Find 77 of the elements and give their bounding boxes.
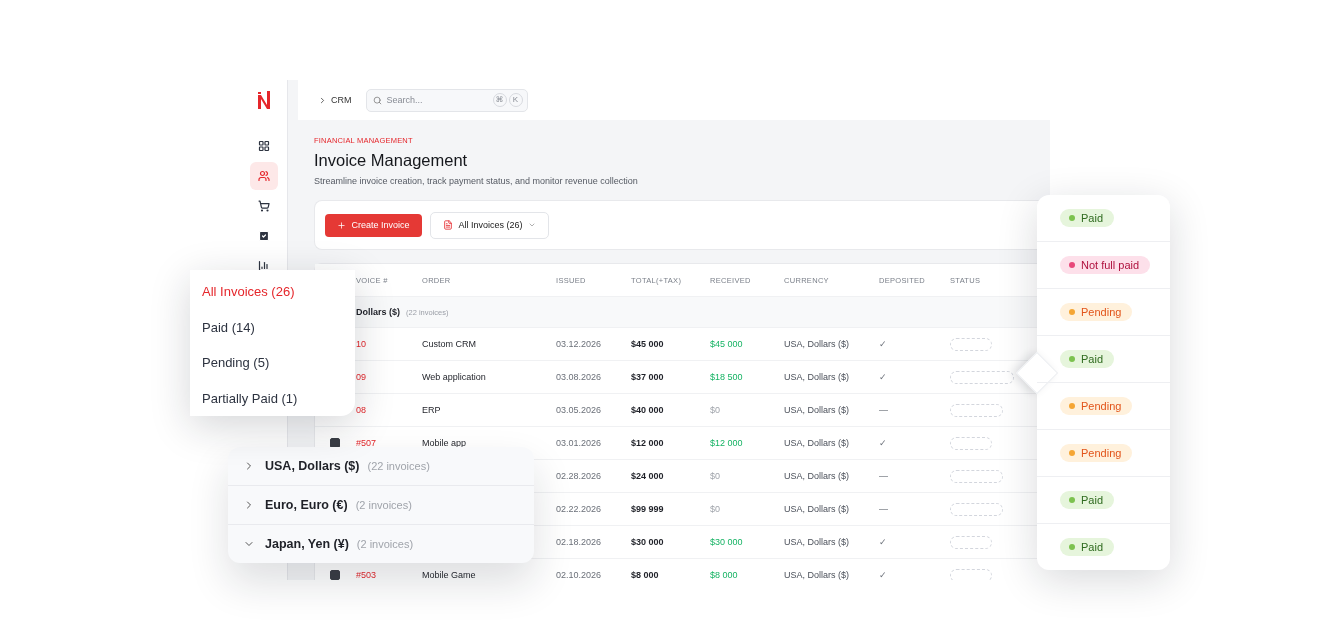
table-cell: $0 [710, 504, 720, 514]
status-badge: Paid [1060, 538, 1115, 556]
group-title: USA, Dollars ($) [265, 459, 360, 473]
deposited-mark: ✓ [879, 537, 887, 547]
group-count: (2 invoices) [356, 538, 414, 550]
currency-group-row[interactable]: Japan, Yen (¥) (2 invoices) [228, 524, 534, 563]
table-cell: USA, Dollars ($) [784, 570, 849, 580]
group-title: Japan, Yen (¥) [265, 537, 349, 551]
deposited-mark: — [879, 405, 888, 415]
table-cell: $45 000 [631, 339, 664, 349]
table-cell: $45 000 [710, 339, 743, 349]
deposited-mark: ✓ [879, 570, 887, 580]
table-cell: Mobile Game [422, 570, 476, 580]
table-cell: 03.05.2026 [556, 405, 602, 415]
filter-dropdown[interactable]: All Invoices (26) [430, 211, 549, 239]
table-cell: $37 000 [631, 372, 664, 382]
currency-group-row[interactable]: USA, Dollars ($) (22 invoices) [228, 447, 534, 485]
invoice-link[interactable]: 09 [356, 372, 366, 382]
deposited-mark: ✓ [879, 339, 887, 349]
table-cell: USA, Dollars ($) [784, 504, 849, 514]
invoice-link[interactable]: #503 [356, 570, 377, 580]
table-cell: 03.01.2026 [556, 438, 602, 448]
invoice-link[interactable]: #507 [356, 438, 377, 448]
menu-item[interactable]: Partially Paid (1) [202, 380, 355, 416]
table-cell: 02.22.2026 [556, 504, 602, 514]
status-badge: Paid [1060, 491, 1115, 509]
table-cell: Custom CRM [422, 339, 476, 349]
table-cell: $0 [710, 405, 720, 415]
table-cell: Mobile app [422, 438, 467, 448]
menu-item[interactable]: Pending (5) [202, 345, 355, 381]
page-title: Invoice Management [314, 151, 469, 170]
table-cell: $0 [710, 471, 720, 481]
table-cell: ERP [422, 405, 441, 415]
status-badge: Not full paid [1060, 256, 1151, 274]
status-badge: Pending [1060, 444, 1133, 462]
group-title: Dollars ($) [356, 307, 400, 317]
invoice-link[interactable]: 08 [356, 405, 366, 415]
table-cell: USA, Dollars ($) [784, 339, 849, 349]
breadcrumb[interactable]: CRM [331, 95, 352, 105]
table-cell: 02.10.2026 [556, 570, 602, 580]
table-cell: 02.28.2026 [556, 471, 602, 481]
table-cell: $30 000 [710, 537, 743, 547]
table-cell: $99 999 [631, 504, 664, 514]
group-count: (2 invoices) [355, 499, 412, 511]
deposited-mark: — [879, 471, 888, 481]
status-badge: Paid [1060, 209, 1115, 227]
group-count: (22 invoices) [367, 460, 430, 472]
table-cell: $12 000 [710, 438, 743, 448]
table-cell: $8 000 [631, 570, 659, 580]
table-cell: $30 000 [631, 537, 664, 547]
create-invoice-button[interactable]: Create Invoice [325, 213, 422, 237]
deposited-mark: ✓ [879, 438, 887, 448]
deposited-mark: — [879, 504, 888, 514]
table-cell: USA, Dollars ($) [784, 405, 849, 415]
status-badge: Pending [1060, 303, 1133, 321]
table-cell: USA, Dollars ($) [784, 372, 849, 382]
table-cell: Web application [422, 372, 486, 382]
invoice-link[interactable]: 10 [356, 339, 366, 349]
status-badge: Paid [1060, 350, 1115, 368]
table-cell: $18 500 [710, 372, 743, 382]
page-subtitle: Streamline invoice creation, track payment status, and monitor revenue collection [314, 176, 639, 186]
table-cell: USA, Dollars ($) [784, 471, 849, 481]
table-cell: 03.12.2026 [556, 339, 602, 349]
menu-item[interactable]: Paid (14) [202, 309, 355, 345]
status-badge: Pending [1060, 397, 1133, 415]
table-cell: 03.08.2026 [556, 372, 602, 382]
deposited-mark: ✓ [879, 372, 887, 382]
table-cell: USA, Dollars ($) [784, 438, 849, 448]
group-title: Euro, Euro (€) [265, 498, 348, 512]
table-cell: $40 000 [631, 405, 664, 415]
table-cell: $8 000 [710, 570, 738, 580]
table-cell: $24 000 [631, 471, 664, 481]
currency-group-row[interactable]: Euro, Euro (€) (2 invoices) [228, 485, 534, 524]
menu-item[interactable]: All Invoices (26) [202, 274, 355, 310]
table-cell: $12 000 [631, 438, 664, 448]
table-cell: 02.18.2026 [556, 537, 602, 547]
table-cell: USA, Dollars ($) [784, 537, 849, 547]
